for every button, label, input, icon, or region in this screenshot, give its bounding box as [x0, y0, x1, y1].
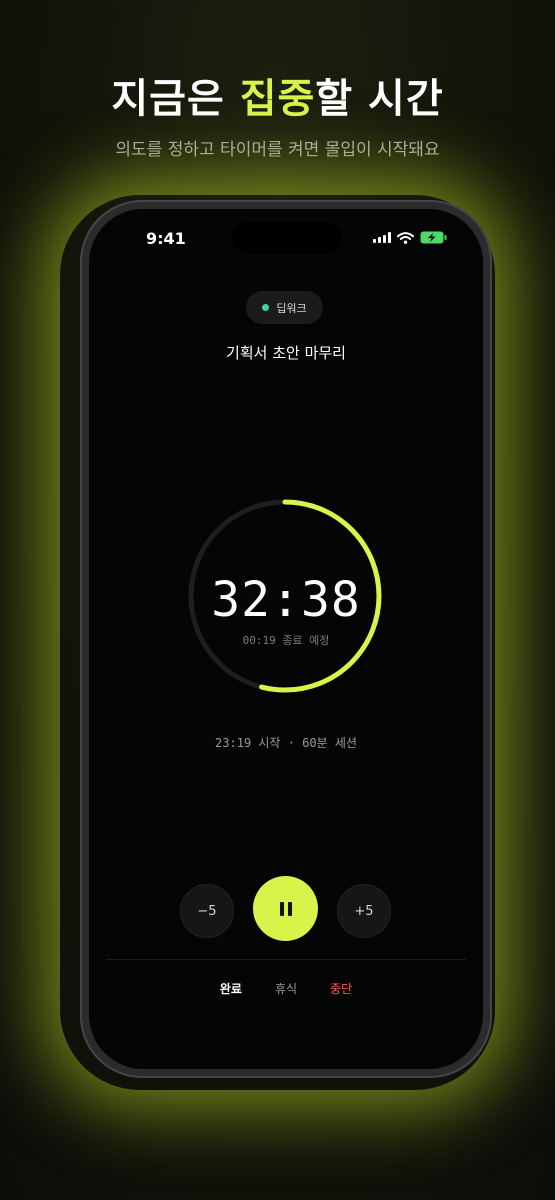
wifi-icon	[397, 231, 414, 244]
divider	[106, 959, 466, 960]
remaining-time: 32:38	[211, 572, 361, 628]
task-title: 기획서 초안 마무리	[226, 344, 346, 362]
subline: 의도를 정하고 타이머를 켜면 몰입이 시작돼요	[115, 140, 440, 160]
signal-icon	[373, 232, 391, 243]
category-tag-label: 딥워크	[276, 301, 307, 315]
rest-button[interactable]: 휴식	[275, 980, 297, 997]
dynamic-island	[232, 222, 342, 254]
battery-charging-icon	[420, 231, 447, 244]
end-time-note: 00:19 종료 예정	[242, 634, 330, 647]
pause-button[interactable]	[253, 876, 318, 941]
done-button[interactable]: 완료	[220, 980, 242, 997]
tag-dot-icon	[262, 304, 270, 311]
bottom-actions: 완료 휴식 중단	[89, 980, 483, 997]
plus-5-button[interactable]: +5	[337, 884, 391, 938]
session-info: 23:19 시작 · 60분 세션	[215, 736, 357, 750]
phone-screen: 9:41 딥워크 기획서 초안 마무리 32:38 00:19 종료 예정 23…	[89, 209, 483, 1069]
headline: 지금은 집중할 시간	[0, 66, 555, 124]
stop-button[interactable]: 중단	[330, 980, 352, 997]
status-icons	[373, 231, 447, 244]
category-tag[interactable]: 딥워크	[246, 291, 323, 324]
pause-icon	[279, 901, 292, 916]
headline-part1: 지금은	[111, 76, 240, 122]
headline-accent: 집중	[239, 76, 316, 122]
headline-part2: 할 시간	[315, 76, 444, 122]
minus-5-button[interactable]: −5	[180, 884, 234, 938]
status-time: 9:41	[146, 229, 186, 248]
